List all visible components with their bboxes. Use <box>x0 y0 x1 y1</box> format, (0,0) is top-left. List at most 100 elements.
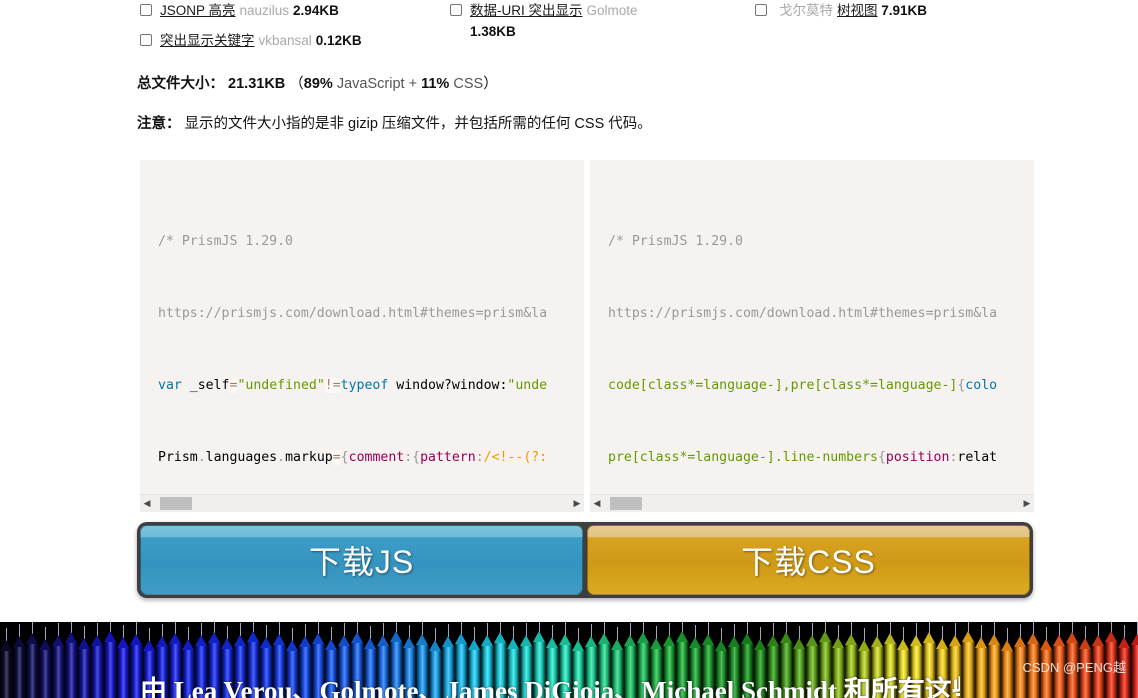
pencil <box>1001 628 1014 698</box>
plugin-checkbox[interactable] <box>755 4 767 16</box>
pencil-tip <box>949 635 961 646</box>
plugin-item[interactable]: JSONP 高亮 nauzilus 2.94KB <box>140 0 440 21</box>
plugin-checkbox[interactable] <box>140 4 152 16</box>
pencil-tip <box>1066 632 1078 643</box>
pencil-tip <box>611 639 623 650</box>
pencil-tip <box>1092 635 1104 646</box>
pencil-tip <box>312 633 324 644</box>
plugin-checkbox[interactable] <box>450 4 462 16</box>
pencil-shaft <box>1001 651 1014 698</box>
pencil-shaft <box>78 649 91 698</box>
code-preview-area: /* PrismJS 1.29.0 https://prismjs.com/do… <box>140 160 1034 512</box>
pencil-tip <box>585 636 597 647</box>
pencil-tip <box>169 633 181 644</box>
code-line: var _self="undefined"!=typeof window?win… <box>158 378 548 393</box>
pencil-tip <box>741 633 753 644</box>
scroll-track[interactable] <box>154 495 570 512</box>
pencil-tip <box>871 636 883 647</box>
js-panel-scrollbar[interactable]: ◀ ▶ <box>140 494 584 512</box>
pencil-tip <box>572 640 584 651</box>
pencil <box>26 622 39 698</box>
pencil-tip <box>416 634 428 645</box>
scroll-track[interactable] <box>604 495 1020 512</box>
pencil-tip <box>455 633 467 644</box>
pencil-tip <box>1118 637 1130 648</box>
pencil-tip <box>221 638 233 649</box>
download-css-button[interactable]: 下载CSS <box>587 525 1030 595</box>
pencil-tip <box>975 637 987 648</box>
js-percent: 89% <box>303 76 333 92</box>
pencil-shaft <box>0 651 13 698</box>
js-label: JavaScript <box>336 76 405 92</box>
scroll-thumb[interactable] <box>160 497 192 510</box>
js-code-body: /* PrismJS 1.29.0 https://prismjs.com/do… <box>140 160 584 512</box>
pencil-tip <box>689 637 701 648</box>
note-text: 显示的文件大小指的是非 gizip 压缩文件，并包括所需的任何 CSS 代码。 <box>184 116 652 132</box>
download-buttons: 下载JS 下载CSS <box>137 522 1033 598</box>
plugin-name-link[interactable]: 树视图 <box>837 3 878 18</box>
download-js-button[interactable]: 下载JS <box>140 525 583 595</box>
breakdown-close: ） <box>483 76 498 92</box>
pencil-tip <box>780 632 792 643</box>
plugin-name-link[interactable]: 数据-URI 突出显示 <box>470 3 583 18</box>
scroll-right-arrow-icon[interactable]: ▶ <box>1020 495 1034 512</box>
pencil-tip <box>715 640 727 651</box>
pencil-tip <box>897 639 909 650</box>
pencil-tip <box>39 639 51 650</box>
plugin-name-link[interactable]: 突出显示关键字 <box>160 33 255 48</box>
pencil-tip <box>663 635 675 646</box>
plugin-label: 突出显示关键字 vkbansal 0.12KB <box>160 30 362 51</box>
pencil-tip <box>299 636 311 647</box>
plugin-size: 0.12KB <box>315 33 362 48</box>
css-code-panel[interactable]: /* PrismJS 1.29.0 https://prismjs.com/do… <box>590 160 1034 512</box>
pencil-tip <box>845 634 857 645</box>
pencil-shaft <box>13 647 26 698</box>
csdn-watermark: CSDN @PENG越 <box>1022 660 1127 675</box>
scroll-right-arrow-icon[interactable]: ▶ <box>570 495 584 512</box>
plugin-item[interactable]: 数据-URI 突出显示 Golmote 1.38KB <box>450 0 740 42</box>
pencil-tip <box>494 632 506 643</box>
pencil-tip <box>195 635 207 646</box>
css-percent: 11% <box>421 76 450 92</box>
pencil-tip <box>442 636 454 647</box>
pencil-shaft <box>104 642 117 698</box>
pencil-tip <box>1040 639 1052 650</box>
total-label: 总文件大小： <box>137 76 224 92</box>
pencil-tip <box>78 638 90 649</box>
pencil <box>39 627 52 698</box>
code-line: https://prismjs.com/download.html#themes… <box>158 306 548 321</box>
plugin-name-link[interactable]: JSONP 高亮 <box>160 3 236 18</box>
plugin-item[interactable]: 戈尔莫特 树视图 7.91KB <box>755 0 1040 21</box>
code-line: /* PrismJS 1.29.0 <box>158 234 293 249</box>
pencil-tip <box>533 631 545 642</box>
pencil-tip <box>1053 635 1065 646</box>
pencil-tip <box>819 631 831 642</box>
pencil-tip <box>546 637 558 648</box>
total-value: 21.31KB <box>228 76 286 92</box>
pencil-tip <box>481 635 493 646</box>
plugin-item[interactable]: 突出显示关键字 vkbansal 0.12KB <box>140 30 440 51</box>
plugin-size: 7.91KB <box>881 3 928 18</box>
js-code-panel[interactable]: /* PrismJS 1.29.0 https://prismjs.com/do… <box>140 160 584 512</box>
pencil-tip <box>767 635 779 646</box>
pencil-tip <box>1027 633 1039 644</box>
scroll-left-arrow-icon[interactable]: ◀ <box>590 495 604 512</box>
pencil-tip <box>923 632 935 643</box>
pencil-tip <box>559 634 571 645</box>
pencil-tip <box>104 631 116 642</box>
pencil-tip <box>468 639 480 650</box>
scroll-thumb[interactable] <box>610 497 642 510</box>
code-line: https://prismjs.com/download.html#themes… <box>608 306 998 321</box>
css-panel-scrollbar[interactable]: ◀ ▶ <box>590 494 1034 512</box>
pencil-tip <box>1014 636 1026 647</box>
plugin-author: vkbansal <box>258 33 312 48</box>
plugin-checkbox[interactable] <box>140 34 152 46</box>
pencil-tip <box>65 632 77 643</box>
scroll-left-arrow-icon[interactable]: ◀ <box>140 495 154 512</box>
pencil <box>13 624 26 698</box>
pencil <box>117 625 130 698</box>
pencil-tip <box>351 632 363 643</box>
pencil-tip <box>182 639 194 650</box>
pencil-tip <box>260 637 272 648</box>
pencil-tip <box>624 635 636 646</box>
